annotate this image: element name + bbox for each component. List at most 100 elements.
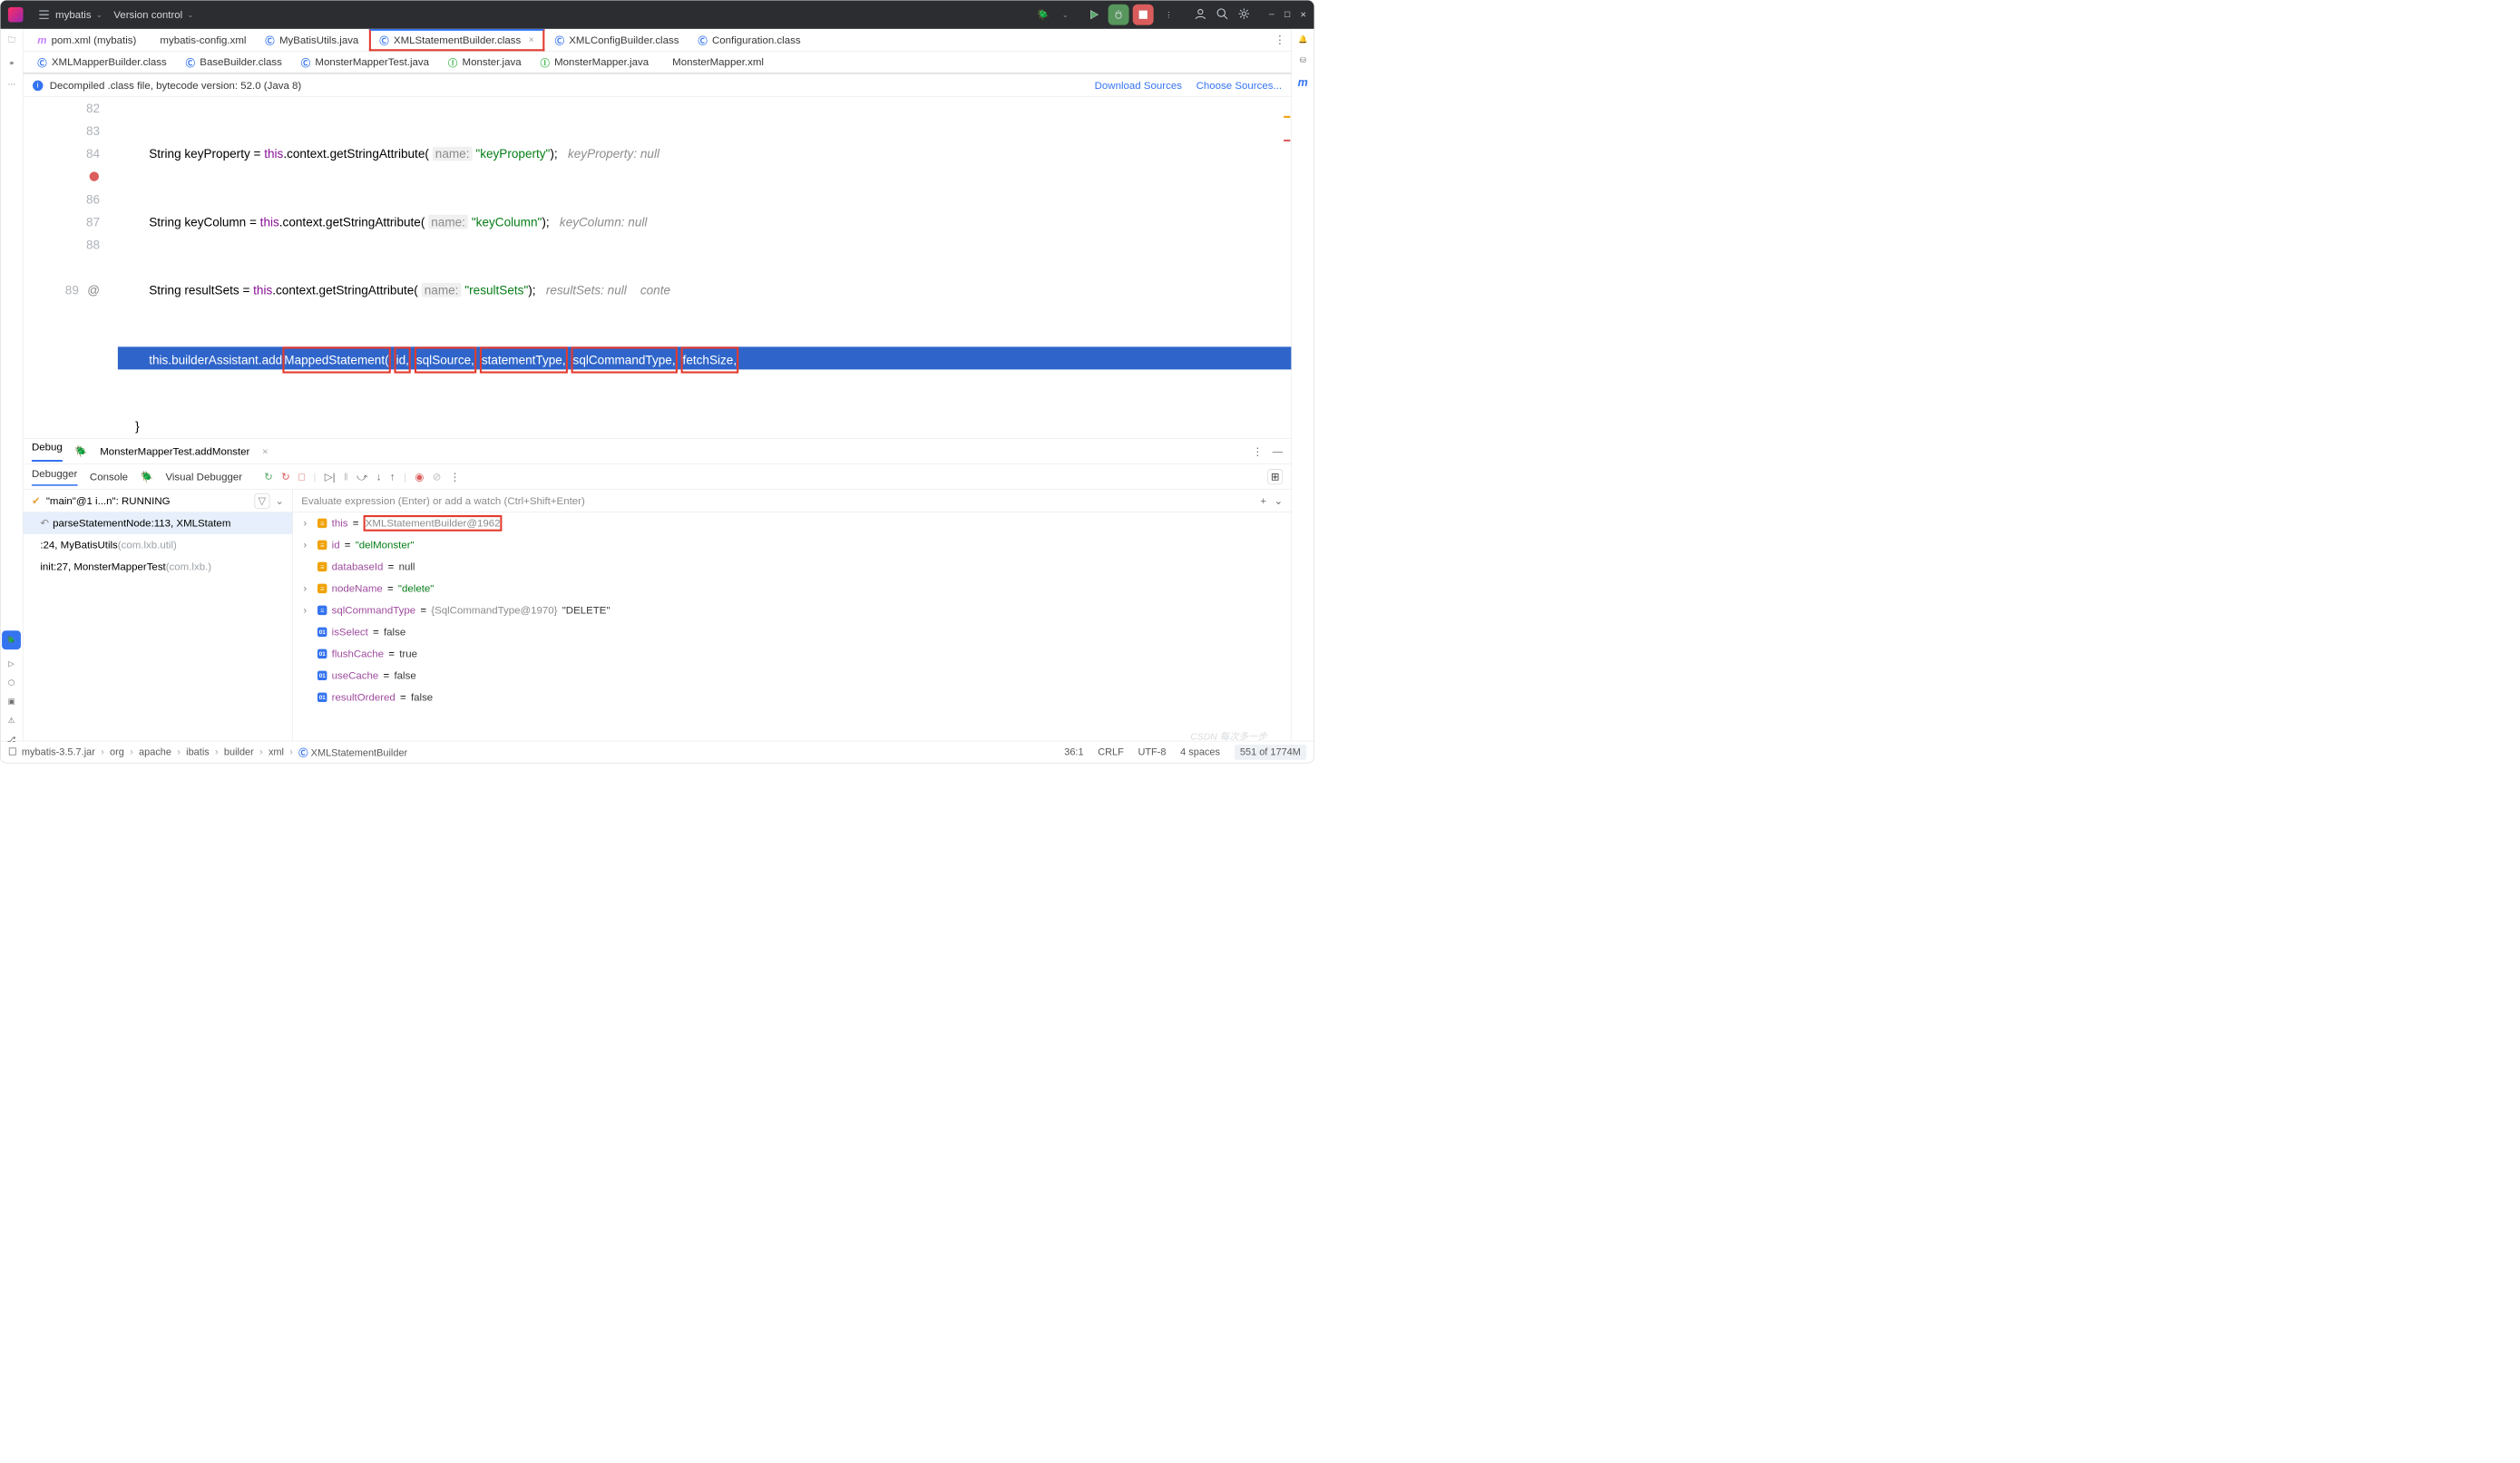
- structure-icon[interactable]: ⚭: [8, 59, 15, 68]
- info-icon: i: [33, 80, 43, 90]
- breadcrumb[interactable]: mybatis-3.5.7.jar›org›apache›ibatis›buil…: [22, 746, 407, 759]
- minimize-icon[interactable]: —: [1273, 445, 1283, 458]
- breadcrumb-item[interactable]: xml: [269, 746, 284, 758]
- pause-icon[interactable]: ‖: [344, 471, 348, 483]
- variable-row[interactable]: ›≡ nodeName = "delete": [293, 578, 1292, 600]
- stop-button[interactable]: [1133, 5, 1154, 25]
- add-watch-icon[interactable]: +: [1260, 494, 1266, 507]
- notifications-icon[interactable]: 🔔: [1298, 34, 1307, 44]
- visual-debugger-subtab[interactable]: Visual Debugger: [165, 471, 242, 483]
- more-icon[interactable]: ⋯: [8, 80, 15, 89]
- editor-tab[interactable]: ⒸBaseBuilder.class: [177, 52, 290, 73]
- stack-frame[interactable]: init:27, MonsterMapperTest (com.lxb.): [24, 556, 293, 578]
- stack-frame[interactable]: ↶parseStatementNode:113, XMLStatem: [24, 512, 293, 534]
- rerun-debug-icon[interactable]: ↻: [281, 471, 290, 483]
- project-icon[interactable]: 🗀: [8, 34, 15, 47]
- variable-row[interactable]: ›≡ this = XMLStatementBuilder@1962: [293, 512, 1292, 534]
- step-out-icon[interactable]: ↑: [390, 471, 396, 483]
- breadcrumb-item[interactable]: org: [110, 746, 124, 758]
- breadcrumb-item[interactable]: apache: [139, 746, 171, 758]
- debug-session-tab[interactable]: MonsterMapperTest.addMonster: [100, 445, 249, 458]
- close-icon[interactable]: ×: [529, 34, 534, 45]
- run-tool-button[interactable]: ▷: [8, 659, 14, 668]
- variable-row[interactable]: 01 resultOrdered = false: [293, 687, 1292, 708]
- variable-row[interactable]: ›≡ id = "delMonster": [293, 534, 1292, 556]
- variable-row[interactable]: 01 isSelect = false: [293, 621, 1292, 643]
- gear-icon[interactable]: [1237, 7, 1250, 22]
- watch-input[interactable]: Evaluate expression (Enter) or add a wat…: [301, 494, 585, 507]
- memory-indicator[interactable]: 551 of 1774M: [1235, 745, 1307, 760]
- variable-row[interactable]: ≡ databaseId = null: [293, 556, 1292, 578]
- console-subtab[interactable]: Console: [90, 471, 128, 483]
- caret-position[interactable]: 36:1: [1064, 746, 1083, 758]
- variable-row[interactable]: 01 useCache = false: [293, 665, 1292, 687]
- close-button[interactable]: ✕: [1300, 10, 1306, 19]
- terminal-icon[interactable]: ▣: [8, 697, 15, 706]
- view-breakpoints-icon[interactable]: ◉: [415, 471, 424, 483]
- check-icon: ✔: [32, 494, 41, 507]
- search-icon[interactable]: [1216, 7, 1228, 22]
- error-stripe[interactable]: [1282, 97, 1291, 438]
- user-icon[interactable]: [1194, 7, 1206, 22]
- editor-tab[interactable]: ⒸXMLStatementBuilder.class×: [369, 29, 544, 52]
- layout-icon[interactable]: ⊞: [1267, 469, 1283, 484]
- database-icon[interactable]: ⛁: [1300, 55, 1306, 64]
- debugger-subtab[interactable]: Debugger: [32, 467, 77, 485]
- breadcrumb-item[interactable]: builder: [224, 746, 254, 758]
- chevron-down-icon[interactable]: ⌄: [1274, 494, 1283, 507]
- problems-icon[interactable]: ⚠: [8, 716, 15, 725]
- encoding[interactable]: UTF-8: [1138, 746, 1166, 758]
- filter-icon[interactable]: ▽: [254, 493, 269, 509]
- project-dropdown[interactable]: mybatis: [55, 8, 92, 21]
- more-icon[interactable]: ⋮: [1253, 445, 1263, 458]
- choose-sources-link[interactable]: Choose Sources...: [1197, 79, 1282, 92]
- editor-tab[interactable]: mybatis-config.xml: [147, 29, 255, 52]
- breadcrumb-item[interactable]: Ⓒ XMLStatementBuilder: [298, 746, 407, 759]
- maximize-button[interactable]: ☐: [1284, 10, 1290, 19]
- editor-tabs-secondary: ⒸXMLMapperBuilder.classⒸBaseBuilder.clas…: [24, 52, 1292, 74]
- minimize-button[interactable]: ─: [1269, 10, 1275, 18]
- breadcrumb-item[interactable]: mybatis-3.5.7.jar: [22, 746, 95, 758]
- variable-row[interactable]: ›≡ sqlCommandType = {SqlCommandType@1970…: [293, 600, 1292, 621]
- more-icon[interactable]: ⋮: [1275, 34, 1286, 47]
- step-over-icon[interactable]: ⤻: [357, 471, 367, 483]
- editor-tab[interactable]: ⒾMonsterMapper.java: [532, 52, 657, 73]
- editor-tab[interactable]: ⒸConfiguration.class: [689, 29, 809, 52]
- line-separator[interactable]: CRLF: [1098, 746, 1124, 758]
- more-icon[interactable]: ⋮: [1159, 5, 1178, 24]
- indent[interactable]: 4 spaces: [1180, 746, 1220, 758]
- editor-tab[interactable]: ⒾMonster.java: [440, 52, 530, 73]
- stack-frame[interactable]: :24, MyBatisUtils (com.lxb.util): [24, 534, 293, 556]
- breadcrumb-item[interactable]: ibatis: [186, 746, 210, 758]
- services-icon[interactable]: ⬡: [8, 678, 15, 687]
- run-button[interactable]: [1083, 5, 1104, 25]
- debug-button[interactable]: [1109, 5, 1129, 25]
- nav-home-icon[interactable]: ☐: [8, 746, 17, 758]
- resume-icon[interactable]: ▷|: [325, 471, 336, 483]
- editor-tab[interactable]: ⒸMyBatisUtils.java: [257, 29, 367, 52]
- vcs-dropdown[interactable]: Version control: [113, 8, 182, 21]
- variable-row[interactable]: 01 flushCache = true: [293, 643, 1292, 665]
- mute-breakpoints-icon[interactable]: ⊘: [433, 471, 442, 483]
- code-area[interactable]: String keyProperty = this.context.getStr…: [118, 97, 1292, 438]
- step-into-icon[interactable]: ↓: [376, 471, 382, 483]
- chevron-down-icon[interactable]: ⌄: [275, 494, 284, 507]
- vcs-icon[interactable]: ⎇: [7, 735, 16, 744]
- maven-icon[interactable]: m: [1298, 76, 1308, 90]
- debug-tool-button[interactable]: 🪲: [2, 630, 21, 649]
- rerun-icon[interactable]: ↻: [264, 471, 273, 483]
- editor-tab[interactable]: MonsterMapper.xml: [659, 52, 773, 73]
- editor-tab[interactable]: ⒸXMLMapperBuilder.class: [29, 52, 175, 73]
- editor[interactable]: 82 83 84 86 87 88 89@ String keyProperty…: [24, 97, 1292, 438]
- editor-tab[interactable]: mpom.xml (mybatis): [29, 29, 145, 52]
- more-icon[interactable]: ⋮: [450, 471, 460, 483]
- close-icon[interactable]: ×: [262, 445, 269, 458]
- editor-tab[interactable]: ⒸXMLConfigBuilder.class: [546, 29, 688, 52]
- menu-icon[interactable]: [34, 5, 54, 24]
- thread-selector[interactable]: "main"@1 i...n": RUNNING: [46, 494, 171, 507]
- debug-tab[interactable]: Debug: [32, 441, 63, 462]
- stop-icon[interactable]: □: [298, 471, 305, 483]
- breakpoint-icon[interactable]: [24, 165, 109, 188]
- download-sources-link[interactable]: Download Sources: [1095, 79, 1182, 92]
- editor-tab[interactable]: ⒸMonsterMapperTest.java: [292, 52, 437, 73]
